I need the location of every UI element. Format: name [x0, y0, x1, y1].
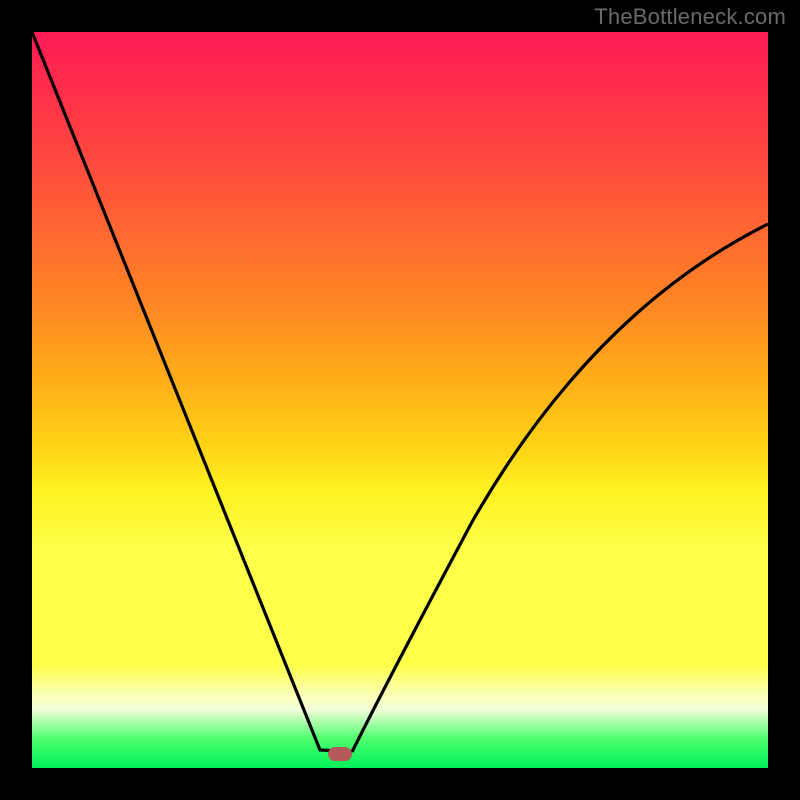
bottleneck-curve	[32, 32, 768, 768]
curve-left-branch	[32, 32, 352, 752]
valley-marker	[328, 747, 352, 761]
plot-area	[32, 32, 768, 768]
curve-right-branch	[352, 224, 768, 752]
chart-frame: TheBottleneck.com	[0, 0, 800, 800]
watermark-text: TheBottleneck.com	[594, 4, 786, 30]
